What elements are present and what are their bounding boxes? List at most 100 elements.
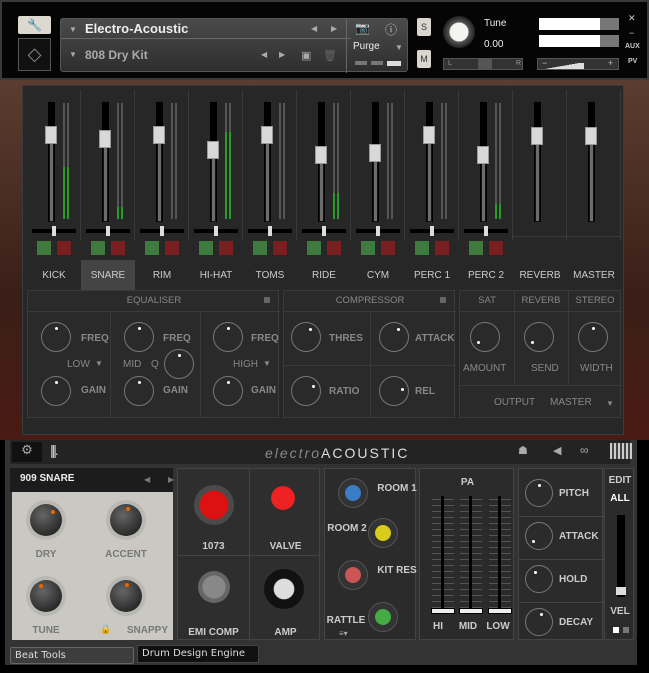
compressor-toggle[interactable]	[440, 297, 446, 303]
prev-icon[interactable]: ◀	[261, 50, 267, 59]
fader-handle[interactable]	[531, 127, 543, 146]
tune-knob[interactable]	[443, 16, 475, 48]
pan-handle[interactable]	[484, 226, 488, 236]
solo-button[interactable]: S	[417, 18, 431, 36]
equaliser-toggle[interactable]	[264, 297, 270, 303]
wrench-icon[interactable]: 🔧	[18, 16, 51, 34]
pan-handle[interactable]	[214, 226, 218, 236]
pan-handle[interactable]	[268, 226, 272, 236]
channel-label-reverb[interactable]: REVERB	[513, 260, 567, 292]
fader-handle[interactable]	[153, 126, 165, 145]
gamepad-icon[interactable]: ☗	[518, 444, 528, 457]
purge-dropdown[interactable]: Purge	[353, 41, 380, 52]
fader-track[interactable]	[372, 102, 379, 222]
hold-knob[interactable]	[525, 565, 553, 593]
pan-handle[interactable]	[478, 59, 492, 69]
close-icon[interactable]: ✕	[628, 13, 636, 24]
mute-button[interactable]	[381, 241, 395, 255]
pan-handle[interactable]	[376, 226, 380, 236]
all-button[interactable]: ALL	[605, 493, 635, 504]
mute-button[interactable]: M	[417, 50, 431, 68]
1073-knob[interactable]	[194, 485, 234, 525]
vel-mode-on[interactable]	[613, 627, 619, 633]
mute-button[interactable]	[111, 241, 125, 255]
keyboard-icon[interactable]	[610, 443, 632, 459]
solo-button[interactable]	[253, 241, 267, 255]
stereo-width-knob[interactable]	[578, 322, 608, 352]
fader-track[interactable]	[102, 102, 109, 222]
mute-button[interactable]	[219, 241, 233, 255]
eq-high-gain-knob[interactable]	[213, 376, 243, 406]
next-icon[interactable]: ▶	[279, 50, 285, 59]
pan-slider[interactable]	[32, 226, 76, 236]
eq-high-freq-knob[interactable]	[213, 322, 243, 352]
decay-knob[interactable]	[525, 608, 553, 636]
pa-fader-handle[interactable]	[488, 608, 512, 614]
dropdown-icon[interactable]: ▼	[69, 50, 77, 59]
solo-button[interactable]	[199, 241, 213, 255]
accent-knob[interactable]	[110, 504, 142, 536]
fader-handle[interactable]	[207, 140, 219, 159]
emi-comp-knob[interactable]	[198, 571, 230, 603]
channel-label-ride[interactable]: RIDE	[297, 260, 351, 292]
pan-slider[interactable]	[356, 226, 400, 236]
pa-fader-track[interactable]	[498, 496, 501, 613]
pan-slider[interactable]	[302, 226, 346, 236]
rattle-knob[interactable]	[369, 603, 397, 631]
speaker-icon[interactable]: ◀	[553, 444, 561, 457]
pa-fader-handle[interactable]	[459, 608, 483, 614]
minimize-icon[interactable]: −	[629, 28, 634, 38]
pan-slider[interactable]	[410, 226, 454, 236]
fader-handle[interactable]	[369, 143, 381, 162]
pan-slider[interactable]	[194, 226, 238, 236]
pan-handle[interactable]	[322, 226, 326, 236]
eq-q-knob[interactable]	[164, 349, 194, 379]
solo-button[interactable]	[469, 241, 483, 255]
link-icon[interactable]: ∞	[580, 443, 589, 457]
amp-knob[interactable]	[264, 569, 304, 609]
channel-label-hi-hat[interactable]: HI-HAT	[189, 260, 243, 292]
room2-knob[interactable]	[369, 519, 397, 547]
pan-slider[interactable]	[140, 226, 184, 236]
fader-handle[interactable]	[99, 129, 111, 148]
pan-slider[interactable]	[248, 226, 292, 236]
volume-slider[interactable]: − +	[537, 58, 619, 70]
tune-knob[interactable]	[30, 580, 62, 612]
aux-button[interactable]: AUX	[625, 43, 640, 50]
pan-handle[interactable]	[160, 226, 164, 236]
fader-handle[interactable]	[261, 126, 273, 145]
pan-handle[interactable]	[52, 226, 56, 236]
kit-res-knob[interactable]	[339, 561, 367, 589]
mixer-icon[interactable]: |||.	[50, 442, 59, 458]
fader-track[interactable]	[426, 102, 433, 222]
pa-fader-track[interactable]	[469, 496, 472, 613]
fader-handle[interactable]	[585, 127, 597, 146]
channel-label-toms[interactable]: TOMS	[243, 260, 297, 292]
settings-icon[interactable]: ⚙	[12, 442, 42, 462]
velocity-slider[interactable]	[617, 515, 625, 597]
valve-knob[interactable]	[268, 483, 298, 513]
comp-attack-knob[interactable]	[379, 322, 409, 352]
chevron-down-icon[interactable]: ▼	[395, 43, 403, 52]
channel-label-snare[interactable]: SNARE	[81, 260, 135, 292]
attack-knob[interactable]	[525, 522, 553, 550]
sat-amount-knob[interactable]	[470, 322, 500, 352]
rattle-menu-icon[interactable]: ≡▾	[339, 629, 348, 638]
fader-handle[interactable]	[45, 126, 57, 145]
fader-handle[interactable]	[477, 146, 489, 164]
dropdown-icon[interactable]: ▼	[69, 25, 77, 34]
fader-track[interactable]	[156, 102, 163, 222]
mute-button[interactable]	[57, 241, 71, 255]
camera-icon[interactable]: 📷	[355, 21, 370, 35]
delete-icon[interactable]: 🗑	[323, 49, 337, 62]
pa-fader-handle[interactable]	[431, 608, 455, 614]
tab-beat-tools[interactable]: Beat Tools	[10, 647, 134, 664]
prev-icon[interactable]: ◀	[144, 475, 150, 484]
room1-knob[interactable]	[339, 479, 367, 507]
output-dropdown[interactable]: MASTER	[550, 397, 592, 408]
solo-button[interactable]	[37, 241, 51, 255]
reverb-send-knob[interactable]	[524, 322, 554, 352]
fader-handle[interactable]	[315, 146, 327, 164]
channel-label-rim[interactable]: RIM	[135, 260, 189, 292]
solo-button[interactable]	[91, 241, 105, 255]
